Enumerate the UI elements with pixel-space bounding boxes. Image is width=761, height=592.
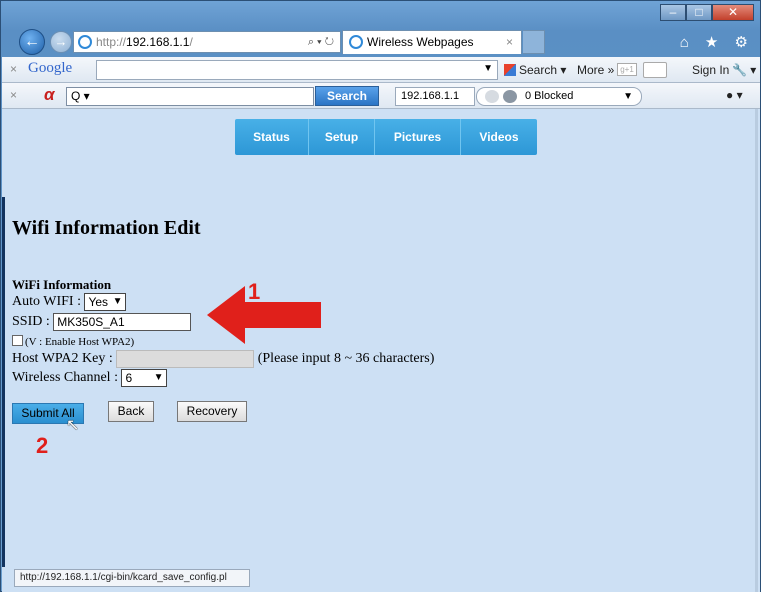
wpa2-enable-checkbox[interactable] bbox=[12, 335, 23, 346]
menu-status[interactable]: Status bbox=[235, 119, 309, 155]
page-left-bar bbox=[2, 197, 5, 567]
toolbar-search-input[interactable]: Q ▾ bbox=[66, 87, 314, 106]
ssid-row: SSID : MK350S_A1 bbox=[12, 313, 192, 331]
chevron-down-icon: ▼ bbox=[112, 296, 123, 307]
back-button[interactable]: Back bbox=[108, 401, 154, 422]
address-search-refresh-icons[interactable]: ⌕ ▾ ↻ bbox=[308, 32, 334, 52]
google-search-input[interactable]: ▼ bbox=[96, 60, 498, 80]
help-icon bbox=[503, 90, 517, 103]
recovery-button[interactable]: Recovery bbox=[177, 401, 247, 422]
channel-select[interactable]: 6 ▼ bbox=[121, 369, 168, 387]
ask-logo-icon: α bbox=[44, 85, 55, 104]
ask-toolbar: × α Q ▾ Search 192.168.1.1 0 Blocked ▼ ●… bbox=[2, 83, 760, 109]
channel-label: Wireless Channel : bbox=[12, 370, 118, 386]
menu-setup[interactable]: Setup bbox=[309, 119, 375, 155]
forward-arrow-icon[interactable]: → bbox=[50, 31, 72, 53]
address-prefix: http:// bbox=[96, 35, 127, 49]
address-bar[interactable]: http://192.168.1.1/ ⌕ ▾ ↻ bbox=[73, 31, 341, 53]
google-toolbar: × Google ▼ Search ▾ More » g+1 Sign In 🔧… bbox=[2, 57, 760, 83]
page-title: Wifi Information Edit bbox=[12, 217, 201, 239]
new-tab-button[interactable] bbox=[523, 30, 545, 54]
google-toolbar-close-icon[interactable]: × bbox=[10, 62, 17, 76]
channel-row: Wireless Channel : 6 ▼ bbox=[12, 369, 168, 387]
google-search-button[interactable]: Search ▾ bbox=[504, 63, 566, 77]
ssid-input[interactable]: MK350S_A1 bbox=[53, 313, 192, 331]
wpa2-key-row: Host WPA2 Key : (Please input 8 ~ 36 cha… bbox=[12, 350, 434, 368]
red-arrow-icon bbox=[207, 286, 321, 344]
minimize-button[interactable]: – bbox=[660, 4, 686, 21]
toolbar-search-button[interactable]: Search bbox=[315, 86, 379, 106]
auto-wifi-select[interactable]: Yes ▼ bbox=[84, 293, 127, 311]
navigation-bar: ← → http://192.168.1.1/ ⌕ ▾ ↻ Wireless W… bbox=[1, 27, 761, 57]
google-logo: Google bbox=[28, 60, 73, 76]
blocker-icon bbox=[485, 90, 499, 103]
scrollbar[interactable] bbox=[755, 109, 758, 592]
status-bar-url: http://192.168.1.1/cgi-bin/kcard_save_co… bbox=[14, 569, 250, 587]
chevron-down-icon: ▼ bbox=[153, 372, 164, 383]
auto-wifi-value: Yes bbox=[88, 295, 109, 309]
more-button[interactable]: More » bbox=[577, 63, 614, 77]
popup-blocker[interactable]: 0 Blocked ▼ bbox=[476, 87, 642, 106]
wpa2-key-input[interactable] bbox=[116, 350, 255, 368]
browser-window: – □ ✕ ← → http://192.168.1.1/ ⌕ ▾ ↻ Wire… bbox=[0, 0, 761, 592]
window-controls: – □ ✕ bbox=[660, 4, 754, 21]
back-arrow-icon[interactable]: ← bbox=[19, 29, 45, 55]
chevron-down-icon[interactable]: ▼ bbox=[623, 88, 633, 105]
address-host: 192.168.1.1 bbox=[126, 35, 190, 49]
menu-pictures[interactable]: Pictures bbox=[375, 119, 461, 155]
main-menu: Status Setup Pictures Videos bbox=[235, 119, 537, 155]
google-search-label: Search ▾ bbox=[519, 63, 567, 77]
section-title: WiFi Information bbox=[12, 277, 112, 292]
close-window-button[interactable]: ✕ bbox=[712, 4, 754, 21]
tab-close-icon[interactable]: × bbox=[506, 31, 513, 53]
sign-in-link[interactable]: Sign In bbox=[692, 63, 729, 77]
google-search-icon bbox=[504, 64, 516, 76]
toolbar-extra-icon[interactable]: ● ▾ bbox=[726, 88, 743, 102]
tab-wireless-webpages[interactable]: Wireless Webpages × bbox=[342, 30, 522, 54]
wpa2-enable-row: (V : Enable Host WPA2) bbox=[12, 334, 134, 350]
address-suffix: / bbox=[189, 35, 193, 49]
ssid-label: SSID : bbox=[12, 314, 50, 330]
wrench-icon[interactable]: 🔧 ▾ bbox=[732, 63, 756, 77]
auto-wifi-row: Auto WIFI : Yes ▼ bbox=[12, 293, 127, 311]
maximize-button[interactable]: □ bbox=[686, 4, 712, 21]
google-toolbar-blank-button[interactable] bbox=[643, 62, 667, 78]
auto-wifi-label: Auto WIFI : bbox=[12, 294, 81, 310]
wpa2-key-hint: (Please input 8 ~ 36 characters) bbox=[257, 351, 435, 367]
mouse-pointer-icon: ↖ bbox=[66, 417, 80, 434]
step-2-label: 2 bbox=[36, 433, 49, 458]
ie-tab-icon bbox=[349, 35, 363, 49]
tab-title: Wireless Webpages bbox=[367, 35, 474, 49]
menu-videos[interactable]: Videos bbox=[461, 119, 537, 155]
ie-page-icon bbox=[78, 35, 92, 49]
page-content: Status Setup Pictures Videos Wifi Inform… bbox=[2, 109, 760, 592]
gplus-button[interactable]: g+1 bbox=[617, 63, 637, 76]
channel-value: 6 bbox=[125, 371, 133, 385]
home-favorites-settings-icons[interactable]: ⌂ ★ ⚙ bbox=[680, 33, 754, 51]
wpa2-enable-label: (V : Enable Host WPA2) bbox=[25, 336, 135, 348]
chevron-down-icon[interactable]: ▼ bbox=[483, 63, 493, 74]
ip-field[interactable]: 192.168.1.1 bbox=[395, 87, 475, 106]
ask-toolbar-close-icon[interactable]: × bbox=[10, 88, 17, 102]
blocked-count: 0 Blocked bbox=[525, 90, 574, 102]
wpa2-key-label: Host WPA2 Key : bbox=[12, 351, 113, 367]
